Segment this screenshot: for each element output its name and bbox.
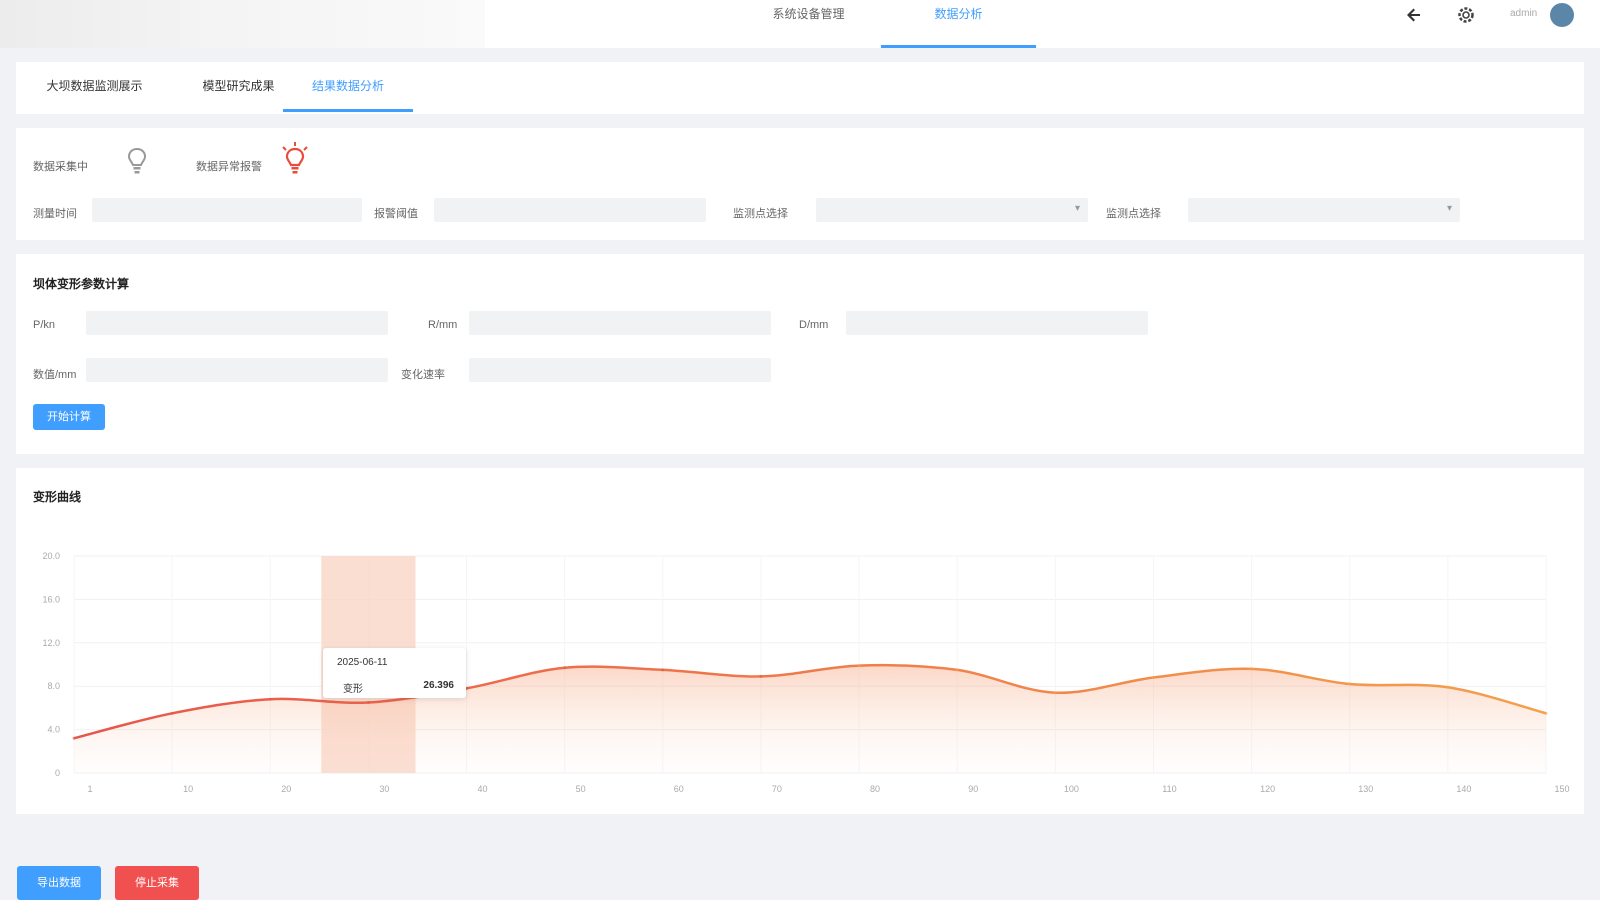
x-tick-label: 60 [674, 784, 684, 794]
data-point [72, 736, 76, 740]
x-tick-label: 130 [1358, 784, 1373, 794]
data-point [1446, 685, 1450, 689]
data-point [1053, 691, 1057, 695]
x-tick-label: 10 [183, 784, 193, 794]
y-tick-label: 4.0 [47, 725, 60, 735]
data-point [268, 697, 272, 701]
x-tick-label: 20 [281, 784, 291, 794]
x-tick-label: 100 [1064, 784, 1079, 794]
x-tick-label: 1 [87, 784, 92, 794]
x-tick-label: 40 [478, 784, 488, 794]
data-point [366, 700, 370, 704]
tooltip-value: 26.396 [423, 680, 454, 691]
x-tick-label: 80 [870, 784, 880, 794]
data-point [955, 668, 959, 672]
data-point [1348, 682, 1352, 686]
x-tick-label: 70 [772, 784, 782, 794]
data-point [1151, 676, 1155, 680]
tooltip-series-name: 变形 [343, 684, 363, 695]
x-tick-label: 150 [1554, 784, 1569, 794]
export-button[interactable]: 导出数据 [17, 866, 101, 900]
x-tick-label: 30 [379, 784, 389, 794]
y-tick-label: 0 [55, 768, 60, 778]
x-tick-label: 110 [1162, 784, 1176, 794]
data-point [170, 711, 174, 715]
chart-tooltip: 2025-06-11 变形 26.396 [323, 648, 466, 698]
data-point [563, 666, 567, 670]
tooltip-date: 2025-06-11 [337, 657, 388, 668]
x-tick-label: 120 [1260, 784, 1275, 794]
y-tick-label: 12.0 [42, 638, 60, 648]
data-point [759, 674, 763, 678]
stop-button[interactable]: 停止采集 [115, 866, 199, 900]
y-tick-label: 8.0 [47, 681, 60, 691]
x-tick-label: 50 [576, 784, 586, 794]
x-tick-label: 90 [968, 784, 978, 794]
data-point [1250, 667, 1254, 671]
data-point [661, 668, 665, 672]
deformation-chart: 04.08.012.016.020.0 1 10 20 30 40 50 60 70 80 90 1… [42, 551, 1569, 794]
y-tick-label: 20.0 [42, 551, 60, 561]
data-point [1544, 711, 1548, 715]
data-point [857, 664, 861, 668]
y-tick-label: 16.0 [42, 594, 60, 604]
x-tick-label: 140 [1456, 784, 1471, 794]
